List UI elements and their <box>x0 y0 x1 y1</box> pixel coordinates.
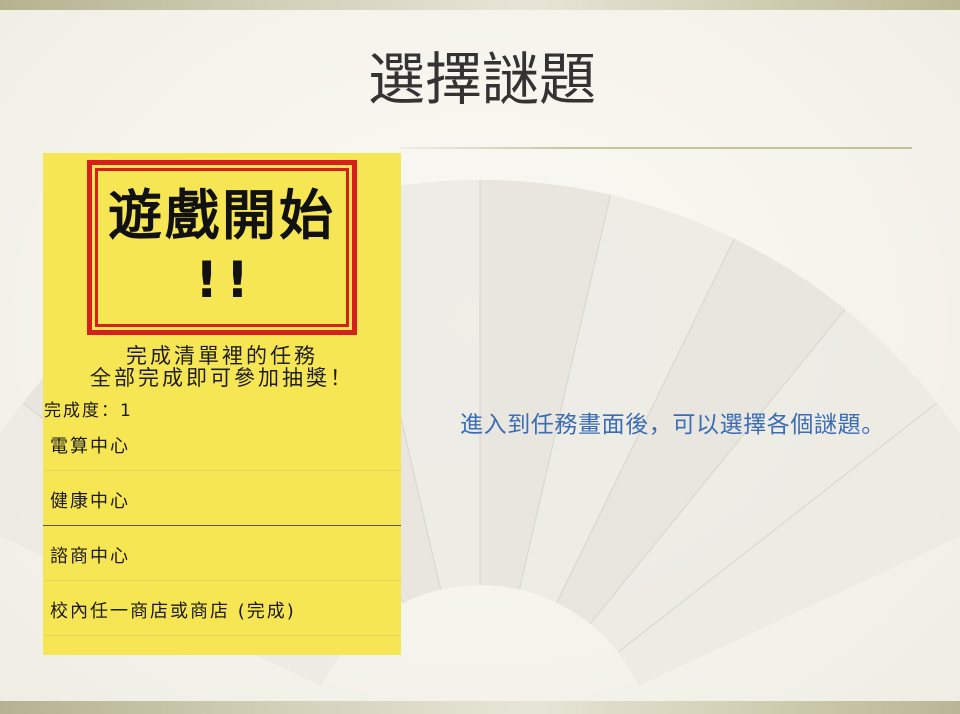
game-start-banner-inner: 遊戲開始 !! <box>95 168 349 327</box>
app-screenshot-panel: 遊戲開始 !! 完成清單裡的任務 全部完成即可參加抽獎！ 完成度：1 電算中心 … <box>43 153 401 655</box>
instructions-line-2: 全部完成即可參加抽獎！ <box>90 366 354 390</box>
slide-caption: 進入到任務畫面後，可以選擇各個謎題。 <box>460 412 885 438</box>
task-list-item[interactable]: 健康中心 <box>43 471 401 526</box>
task-label: 電算中心 <box>50 435 130 457</box>
task-list-item[interactable]: 諮商中心 <box>43 526 401 581</box>
title-underline <box>400 147 912 149</box>
task-list-item[interactable]: 校內任一商店或商店 (完成) <box>43 581 401 636</box>
presentation-slide: 選擇謎題 遊戲開始 !! 完成清單裡的任務 全部完成即可參加抽獎！ 完成度：1 … <box>0 0 960 714</box>
instructions: 完成清單裡的任務 全部完成即可參加抽獎！ <box>43 345 401 389</box>
task-list-item[interactable]: 電算中心 <box>43 416 401 471</box>
slide-title: 選擇謎題 <box>368 47 596 113</box>
bottom-decorative-bar <box>0 701 960 714</box>
banner-exclamation: !! <box>195 250 257 309</box>
task-label: 諮商中心 <box>50 545 130 567</box>
instructions-line-1: 完成清單裡的任務 <box>126 344 318 368</box>
game-start-banner: 遊戲開始 !! <box>87 160 357 335</box>
banner-title: 遊戲開始 <box>108 183 336 247</box>
task-label: 校內任一商店或商店 (完成) <box>50 600 296 622</box>
task-label: 健康中心 <box>50 490 130 512</box>
